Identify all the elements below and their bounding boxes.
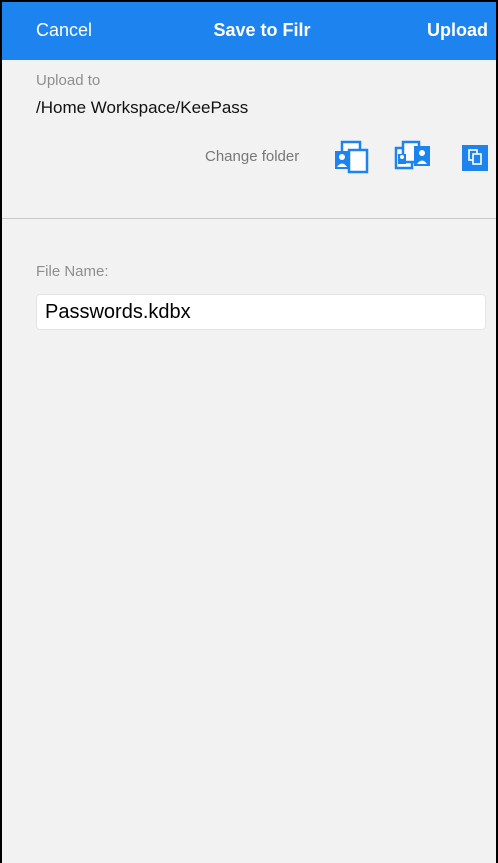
net-folders-icon bbox=[462, 145, 488, 171]
change-folder-row: Change folder bbox=[2, 140, 496, 176]
upload-button[interactable]: Upload bbox=[427, 20, 488, 41]
my-files-button[interactable] bbox=[333, 140, 369, 174]
shared-with-me-button[interactable] bbox=[394, 140, 432, 172]
file-name-input[interactable] bbox=[36, 294, 486, 330]
change-folder-label: Change folder bbox=[205, 148, 300, 165]
upload-destination-section: Upload to /Home Workspace/KeePass Change… bbox=[2, 60, 496, 218]
app-frame: Cancel Save to Filr Upload Upload to /Ho… bbox=[0, 0, 498, 863]
navigation-bar: Cancel Save to Filr Upload bbox=[2, 2, 496, 60]
shared-with-me-icon bbox=[394, 140, 430, 170]
file-name-label: File Name: bbox=[36, 263, 109, 280]
my-files-icon bbox=[335, 140, 369, 174]
upload-to-label: Upload to bbox=[36, 72, 101, 89]
page-title: Save to Filr bbox=[213, 20, 311, 40]
file-name-section: File Name: bbox=[2, 219, 496, 863]
upload-path: /Home Workspace/KeePass bbox=[36, 98, 249, 117]
net-folders-button[interactable] bbox=[460, 142, 490, 172]
